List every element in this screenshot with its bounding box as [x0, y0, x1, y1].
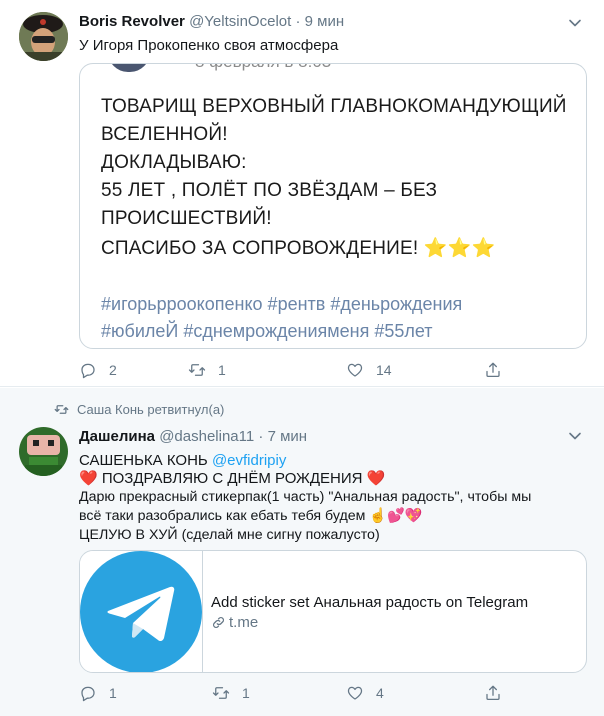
media-text-line: ТОВАРИЩ ВЕРХОВНЫЙ ГЛАВНОКОМАНДУЮЩИЙ	[101, 96, 567, 117]
tweet-media-screenshot[interactable]: 8 февраля в 8:03 ТОВАРИЩ ВЕРХОВНЫЙ ГЛАВН…	[79, 63, 587, 349]
author-name[interactable]: Дашелина	[79, 428, 155, 445]
reply-count: 1	[109, 685, 117, 701]
like-icon	[347, 363, 363, 377]
stars-emoji: ⭐⭐⭐	[423, 238, 496, 259]
reply-count: 2	[109, 362, 117, 378]
retweet-icon	[54, 405, 69, 414]
like-button[interactable]: 4	[346, 684, 384, 702]
author-handle[interactable]: @dashelina11	[159, 428, 254, 445]
tweet-actions: 2 1 14	[79, 361, 519, 381]
card-domain-text: t.me	[229, 614, 259, 631]
text-segment: всё таки разобрались как ебать тебя буде…	[79, 508, 366, 524]
media-cropped-avatar	[108, 64, 150, 72]
chevron-down-icon[interactable]	[568, 429, 582, 443]
share-button[interactable]	[484, 684, 502, 702]
link-icon	[213, 617, 224, 628]
emoji-group: ☝️💕💖	[369, 508, 423, 524]
mention-link[interactable]: @evfidripiy	[212, 452, 286, 469]
tweet-text-line3: Дарю прекрасный стикерпак(1 часть) "Анал…	[79, 489, 532, 505]
media-hashtags: #игорьрроокопенко #рентв #деньрождения	[101, 294, 463, 314]
separator-dot: ·	[295, 13, 301, 30]
telegram-icon	[80, 551, 202, 672]
heart-emoji: ❤️	[79, 470, 98, 487]
card-image	[80, 551, 203, 672]
card-title: Add sticker set Анальная радость on Tele…	[211, 594, 529, 611]
media-text-line: ПРОИСШЕСТВИЙ!	[101, 208, 272, 229]
tweet-text-line2: ❤️ ПОЗДРАВЛЯЮ С ДНЁМ РОЖДЕНИЯ ❤️	[79, 469, 385, 488]
share-icon	[486, 685, 500, 701]
like-count: 4	[376, 685, 384, 701]
tweet-time[interactable]: 7 мин	[268, 428, 308, 445]
media-cropped-date: 8 февраля в 8:03	[195, 64, 331, 72]
media-hashtags: #юбилеЙ #сднемрожденияменя #55лет	[101, 321, 433, 341]
share-button[interactable]	[484, 361, 502, 379]
media-text-line: 55 ЛЕТ , ПОЛЁТ ПО ЗВЁЗДАМ – БЕЗ	[101, 180, 438, 201]
retweet-note[interactable]: Саша Конь ретвитнул(а)	[54, 402, 224, 417]
heart-emoji: ❤️	[366, 470, 386, 487]
like-count: 14	[376, 362, 392, 378]
media-text-line-last: СПАСИБО ЗА СОПРОВОЖДЕНИЕ! ⭐⭐⭐	[101, 236, 495, 260]
avatar-dashelina[interactable]	[19, 427, 68, 476]
retweet-icon	[212, 687, 230, 699]
retweet-count: 1	[218, 362, 226, 378]
tweet-text-line5: ЦЕЛУЮ В ХУЙ (сделай мне сигну пожалусто)	[79, 527, 380, 543]
share-icon	[486, 362, 500, 378]
link-card-telegram[interactable]: Add sticker set Анальная радость on Tele…	[79, 550, 587, 673]
author-handle[interactable]: @YeltsinOcelot	[189, 13, 291, 30]
tweet-time[interactable]: 9 мин	[305, 13, 345, 30]
retweet-button[interactable]: 1	[212, 684, 250, 702]
reply-button[interactable]: 1	[79, 684, 117, 702]
media-text-line: ВСЕЛЕННОЙ!	[101, 124, 228, 145]
tweet-header: Boris Revolver @YeltsinOcelot · 9 мин	[79, 13, 344, 30]
reply-button[interactable]: 2	[79, 361, 117, 379]
reply-icon	[81, 363, 95, 379]
avatar-boris-revolver[interactable]	[19, 12, 68, 61]
like-button[interactable]: 14	[346, 361, 392, 379]
reply-icon	[81, 686, 95, 702]
avatar-image	[19, 12, 68, 61]
retweet-count: 1	[242, 685, 250, 701]
tweet-header: Дашелина @dashelina11 · 7 мин	[79, 428, 307, 445]
card-domain: t.me	[211, 614, 258, 631]
retweet-icon	[188, 364, 206, 376]
author-name[interactable]: Boris Revolver	[79, 13, 185, 30]
media-text-line: ДОКЛАДЫВАЮ:	[101, 152, 247, 173]
tweet-actions: 1 1 4	[79, 684, 519, 704]
tweet-text-line4: всё таки разобрались как ебать тебя буде…	[79, 507, 422, 526]
tweet-boris-revolver[interactable]: Boris Revolver @YeltsinOcelot · 9 мин У …	[0, 0, 604, 387]
retweet-button[interactable]: 1	[188, 361, 226, 379]
media-text: СПАСИБО ЗА СОПРОВОЖДЕНИЕ!	[101, 238, 419, 259]
chevron-down-icon[interactable]	[568, 16, 582, 30]
separator-dot: ·	[258, 428, 264, 445]
retweet-note-text: Саша Конь ретвитнул(а)	[77, 402, 225, 417]
text-segment: ПОЗДРАВЛЯЮ С ДНЁМ РОЖДЕНИЯ	[97, 470, 367, 487]
text-segment: САШЕНЬКА КОНЬ	[79, 452, 212, 469]
tweet-text: У Игоря Прокопенко своя атмосфера	[79, 37, 339, 54]
media-cropped-header: 8 февраля в 8:03	[98, 64, 398, 82]
tweet-text-line1: САШЕНЬКА КОНЬ @evfidripiy	[79, 451, 286, 470]
avatar-image	[19, 427, 68, 476]
like-icon	[347, 686, 363, 700]
